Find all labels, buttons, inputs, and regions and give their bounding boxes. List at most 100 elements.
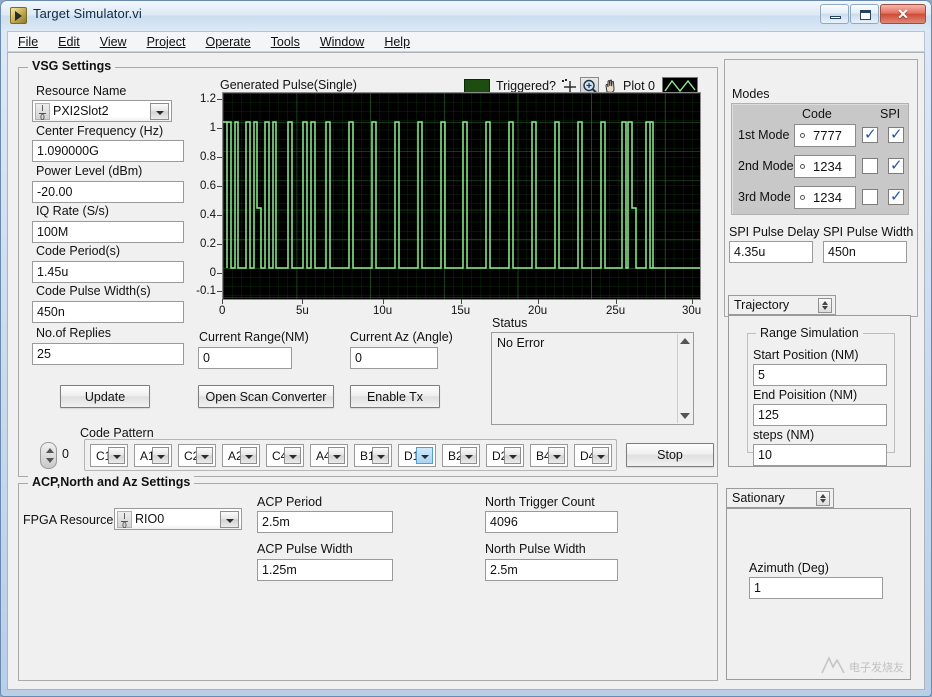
close-button[interactable]: ✕ xyxy=(880,4,926,24)
code-pattern-item[interactable]: C2 xyxy=(178,444,216,467)
code-pattern-item[interactable]: B1 xyxy=(354,444,392,467)
stop-button[interactable]: Stop xyxy=(626,443,714,467)
chevron-down-icon[interactable] xyxy=(416,447,433,464)
mode-row-label: 2nd Mode xyxy=(738,159,794,173)
mode-spi-checkbox[interactable] xyxy=(888,127,904,143)
mode-code-input[interactable]: 7777 xyxy=(794,124,856,147)
current-range-input[interactable]: 0 xyxy=(198,347,292,369)
mode-code-input[interactable]: 1234 xyxy=(794,186,856,209)
chevron-down-icon[interactable] xyxy=(196,447,213,464)
menu-project[interactable]: Project xyxy=(147,35,186,49)
start-position-input[interactable]: 5 xyxy=(753,364,887,386)
fpga-resource-label: FPGA Resource xyxy=(23,513,113,527)
mode-spi-checkbox[interactable] xyxy=(888,189,904,205)
scroll-up-icon[interactable] xyxy=(680,338,690,344)
replies-input[interactable]: 25 xyxy=(32,343,184,365)
resource-name-input[interactable]: I0 PXI2Slot2 xyxy=(32,100,172,122)
chevron-down-icon[interactable] xyxy=(592,447,609,464)
code-pattern-item[interactable]: A4 xyxy=(310,444,348,467)
steps-input[interactable]: 10 xyxy=(753,444,887,466)
acp-pulse-width-input[interactable]: 1.25m xyxy=(257,559,393,581)
minimize-button[interactable] xyxy=(820,4,849,24)
code-pattern-spinner[interactable] xyxy=(40,442,57,469)
chevron-down-icon[interactable] xyxy=(328,447,345,464)
mode-code-input[interactable]: 1234 xyxy=(794,155,856,178)
chevron-down-icon[interactable] xyxy=(460,447,477,464)
menu-help[interactable]: Help xyxy=(384,35,410,49)
code-period-input[interactable]: 1.45u xyxy=(32,261,184,283)
code-pattern-item[interactable]: D1 xyxy=(398,444,436,467)
chevron-down-icon[interactable] xyxy=(284,447,301,464)
code-pattern-item[interactable]: B2 xyxy=(442,444,480,467)
menu-operate[interactable]: Operate xyxy=(205,35,250,49)
x-tick: 5u xyxy=(296,305,309,317)
spi-pulse-width-input[interactable]: 450n xyxy=(823,241,907,263)
menu-file[interactable]: File xyxy=(18,35,38,49)
start-position-label: Start Position (NM) xyxy=(753,348,859,362)
stationary-selector[interactable]: Sationary xyxy=(726,488,834,508)
fpga-resource-input[interactable]: I0 RIO0 xyxy=(114,508,242,530)
north-pulse-width-input[interactable]: 2.5m xyxy=(485,559,618,581)
acp-settings-legend: ACP,North and Az Settings xyxy=(28,475,194,489)
resource-name-label: Resource Name xyxy=(36,84,126,98)
chevron-down-icon[interactable] xyxy=(372,447,389,464)
mode-enable-checkbox[interactable] xyxy=(862,158,878,174)
chevron-down-icon[interactable] xyxy=(240,447,257,464)
spi-pulse-delay-input[interactable]: 4.35u xyxy=(729,241,813,263)
code-pattern-item[interactable]: C4 xyxy=(266,444,304,467)
code-pattern-item[interactable]: A2 xyxy=(222,444,260,467)
window-title: Target Simulator.vi xyxy=(33,6,142,21)
mode-enable-checkbox[interactable] xyxy=(862,127,878,143)
code-pattern-item[interactable]: D4 xyxy=(574,444,612,467)
end-position-input[interactable]: 125 xyxy=(753,404,887,426)
status-box[interactable]: No Error xyxy=(491,332,694,425)
scroll-down-icon[interactable] xyxy=(680,413,690,419)
north-trigger-count-input[interactable]: 4096 xyxy=(485,511,618,533)
iq-rate-input[interactable]: 100M xyxy=(32,221,184,243)
vsg-settings-legend: VSG Settings xyxy=(28,59,115,73)
current-az-input[interactable]: 0 xyxy=(350,347,438,369)
x-tick: 10u xyxy=(373,305,392,317)
mode-spi-checkbox[interactable] xyxy=(888,158,904,174)
acp-period-input[interactable]: 2.5m xyxy=(257,511,393,533)
azimuth-input[interactable]: 1 xyxy=(749,577,883,599)
resource-name-dropdown-icon[interactable] xyxy=(150,103,169,120)
stepper-icon[interactable] xyxy=(818,298,832,313)
modes-table: Code SPI 1st Mode 7777 2nd Mode 1234 3rd… xyxy=(731,103,909,215)
stationary-panel: Azimuth (Deg) 1 电子发烧友 xyxy=(726,508,911,680)
modes-spi-header: SPI xyxy=(880,107,900,121)
menu-window[interactable]: Window xyxy=(320,35,364,49)
window-controls: ✕ xyxy=(819,4,926,24)
plot-label: Plot 0 xyxy=(623,79,655,93)
trajectory-selector[interactable]: Trajectory xyxy=(728,295,836,315)
waveform-graph[interactable] xyxy=(222,92,701,300)
center-frequency-input[interactable]: 1.090000G xyxy=(32,140,184,162)
iq-rate-label: IQ Rate (S/s) xyxy=(36,204,109,218)
code-pulse-width-input[interactable]: 450n xyxy=(32,301,184,323)
status-text: No Error xyxy=(497,336,544,350)
code-pattern-item[interactable]: B4 xyxy=(530,444,568,467)
chevron-down-icon[interactable] xyxy=(108,447,125,464)
chevron-down-icon[interactable] xyxy=(548,447,565,464)
enable-tx-button[interactable]: Enable Tx xyxy=(350,385,440,408)
update-button[interactable]: Update xyxy=(60,385,150,408)
stepper-icon[interactable] xyxy=(816,491,830,506)
code-pattern-spinner-value: 0 xyxy=(62,447,69,461)
menu-tools[interactable]: Tools xyxy=(271,35,300,49)
menu-view[interactable]: View xyxy=(100,35,127,49)
status-scrollbar[interactable] xyxy=(677,334,692,423)
chevron-down-icon[interactable] xyxy=(504,447,521,464)
power-level-input[interactable]: -20.00 xyxy=(32,181,184,203)
fpga-resource-dropdown-icon[interactable] xyxy=(220,511,239,528)
mode-code-value: 1234 xyxy=(813,190,842,205)
maximize-button[interactable] xyxy=(850,4,879,24)
open-scan-converter-button[interactable]: Open Scan Converter xyxy=(198,385,334,408)
x-tick: 15u xyxy=(451,305,470,317)
mode-enable-checkbox[interactable] xyxy=(862,189,878,205)
y-tick: 1.2 xyxy=(190,93,216,105)
menu-edit[interactable]: Edit xyxy=(58,35,80,49)
chevron-down-icon[interactable] xyxy=(152,447,169,464)
code-pattern-item[interactable]: C1 xyxy=(90,444,128,467)
code-pattern-item[interactable]: D2 xyxy=(486,444,524,467)
code-pattern-item[interactable]: A1 xyxy=(134,444,172,467)
